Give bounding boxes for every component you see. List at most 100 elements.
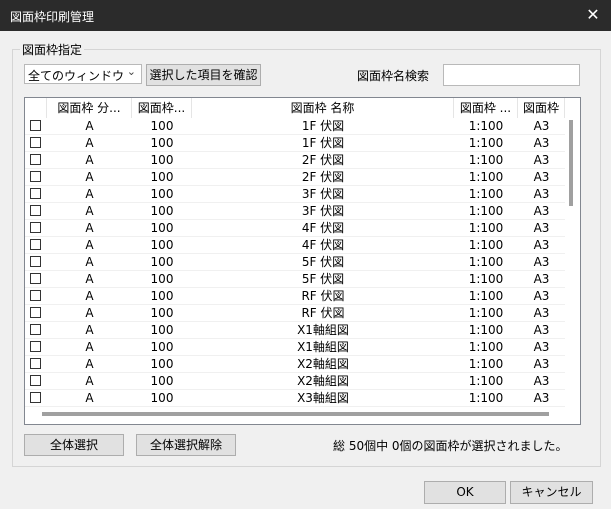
window-select[interactable]: 全てのウィンドウ ⌄ — [24, 64, 142, 84]
cell-number: 100 — [150, 153, 174, 167]
select-all-button[interactable]: 全体選択 — [24, 434, 124, 456]
cell-scale: 1:100 — [468, 170, 504, 184]
cell-category: A — [85, 255, 94, 269]
cell-size: A3 — [533, 170, 550, 184]
confirm-selected-button[interactable]: 選択した項目を確認 — [146, 64, 261, 86]
cell-size: A3 — [533, 238, 550, 252]
cell-category: A — [85, 306, 94, 320]
cell-scale: 1:100 — [468, 323, 504, 337]
cell-number: 100 — [150, 374, 174, 388]
cell-name: RF 伏図 — [301, 289, 345, 303]
cell-scale: 1:100 — [468, 238, 504, 252]
row-checkbox[interactable] — [30, 324, 41, 335]
cell-name: 4F 伏図 — [301, 238, 345, 252]
cell-name: X3軸組図 — [297, 391, 349, 405]
row-checkbox[interactable] — [30, 341, 41, 352]
chevron-down-icon: ⌄ — [126, 65, 136, 78]
cell-number: 100 — [150, 306, 174, 320]
cell-category: A — [85, 323, 94, 337]
row-checkbox[interactable] — [30, 222, 41, 233]
cell-number: 100 — [150, 119, 174, 133]
table-row[interactable]: A 100 RF 伏図 1:100 A3 — [25, 288, 565, 305]
cell-category: A — [85, 272, 94, 286]
frame-list[interactable]: 図面枠 分... 図面枠... 図面枠 名称 図面枠 ... 図面枠 A 100 1… — [24, 97, 581, 425]
cell-number: 100 — [150, 170, 174, 184]
cell-scale: 1:100 — [468, 391, 504, 405]
cell-name: 3F 伏図 — [301, 204, 345, 218]
table-row[interactable]: A 100 X3軸組図 1:100 A3 — [25, 390, 565, 407]
table-row[interactable]: A 100 1F 伏図 1:100 A3 — [25, 118, 565, 135]
table-row[interactable]: A 100 3F 伏図 1:100 A3 — [25, 186, 565, 203]
row-checkbox[interactable] — [30, 290, 41, 301]
row-checkbox[interactable] — [30, 358, 41, 369]
horizontal-scroll-thumb[interactable] — [42, 412, 549, 416]
column-header-name[interactable]: 図面枠 名称 — [192, 98, 454, 118]
column-header-category[interactable]: 図面枠 分... — [47, 98, 132, 118]
cancel-button[interactable]: キャンセル — [510, 481, 593, 504]
table-row[interactable]: A 100 2F 伏図 1:100 A3 — [25, 169, 565, 186]
cell-size: A3 — [533, 306, 550, 320]
cell-number: 100 — [150, 136, 174, 150]
row-checkbox[interactable] — [30, 188, 41, 199]
row-checkbox[interactable] — [30, 307, 41, 318]
cell-number: 100 — [150, 340, 174, 354]
cell-category: A — [85, 357, 94, 371]
row-checkbox[interactable] — [30, 239, 41, 250]
table-row[interactable]: A 100 5F 伏図 1:100 A3 — [25, 254, 565, 271]
column-header-number[interactable]: 図面枠... — [132, 98, 192, 118]
cell-category: A — [85, 289, 94, 303]
row-checkbox[interactable] — [30, 256, 41, 267]
cell-size: A3 — [533, 391, 550, 405]
cell-scale: 1:100 — [468, 374, 504, 388]
table-row[interactable]: A 100 RF 伏図 1:100 A3 — [25, 305, 565, 322]
cell-scale: 1:100 — [468, 187, 504, 201]
row-checkbox[interactable] — [30, 375, 41, 386]
table-row[interactable]: A 100 4F 伏図 1:100 A3 — [25, 220, 565, 237]
column-header-size[interactable]: 図面枠 — [518, 98, 565, 118]
cell-size: A3 — [533, 323, 550, 337]
table-row[interactable]: A 100 1F 伏図 1:100 A3 — [25, 135, 565, 152]
table-row[interactable]: A 100 X1軸組図 1:100 A3 — [25, 339, 565, 356]
deselect-all-button[interactable]: 全体選択解除 — [136, 434, 236, 456]
vertical-scrollbar[interactable] — [567, 118, 580, 408]
cell-size: A3 — [533, 153, 550, 167]
ok-button[interactable]: OK — [424, 481, 506, 504]
table-row[interactable]: A 100 3F 伏図 1:100 A3 — [25, 203, 565, 220]
list-header: 図面枠 分... 図面枠... 図面枠 名称 図面枠 ... 図面枠 — [25, 98, 580, 118]
cell-scale: 1:100 — [468, 255, 504, 269]
vertical-scroll-thumb[interactable] — [569, 120, 573, 206]
search-input[interactable] — [443, 64, 580, 86]
row-checkbox[interactable] — [30, 392, 41, 403]
table-row[interactable]: A 100 2F 伏図 1:100 A3 — [25, 152, 565, 169]
cell-scale: 1:100 — [468, 272, 504, 286]
row-checkbox[interactable] — [30, 171, 41, 182]
cell-name: 2F 伏図 — [301, 170, 345, 184]
cell-number: 100 — [150, 272, 174, 286]
window-select-value: 全てのウィンドウ — [28, 69, 125, 83]
row-checkbox[interactable] — [30, 137, 41, 148]
table-row[interactable]: A 100 5F 伏図 1:100 A3 — [25, 271, 565, 288]
cell-category: A — [85, 221, 94, 235]
column-header-scale[interactable]: 図面枠 ... — [454, 98, 518, 118]
window-title: 図面枠印刷管理 — [10, 10, 95, 24]
column-header-check[interactable] — [25, 98, 47, 118]
cell-scale: 1:100 — [468, 136, 504, 150]
close-icon[interactable]: ✕ — [583, 5, 603, 25]
row-checkbox[interactable] — [30, 120, 41, 131]
cell-scale: 1:100 — [468, 306, 504, 320]
table-row[interactable]: A 100 X1軸組図 1:100 A3 — [25, 322, 565, 339]
row-checkbox[interactable] — [30, 273, 41, 284]
cell-scale: 1:100 — [468, 357, 504, 371]
cell-number: 100 — [150, 391, 174, 405]
cell-name: 1F 伏図 — [301, 119, 345, 133]
table-row[interactable]: A 100 X2軸組図 1:100 A3 — [25, 373, 565, 390]
row-checkbox[interactable] — [30, 154, 41, 165]
table-row[interactable]: A 100 4F 伏図 1:100 A3 — [25, 237, 565, 254]
cell-scale: 1:100 — [468, 204, 504, 218]
horizontal-scrollbar[interactable] — [25, 410, 567, 423]
group-label: 図面枠指定 — [20, 41, 85, 58]
cell-name: 1F 伏図 — [301, 136, 345, 150]
table-row[interactable]: A 100 X2軸組図 1:100 A3 — [25, 356, 565, 373]
row-checkbox[interactable] — [30, 205, 41, 216]
cell-number: 100 — [150, 255, 174, 269]
